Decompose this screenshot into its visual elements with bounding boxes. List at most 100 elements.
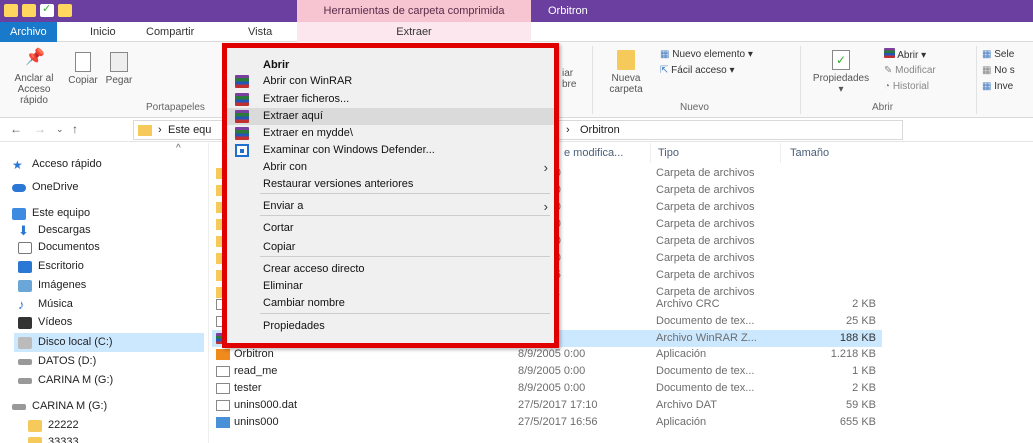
divider bbox=[650, 143, 651, 163]
context-menu-item[interactable]: Eliminar bbox=[227, 278, 554, 295]
nav-item-local-disk-c[interactable]: Disco local (C:) bbox=[14, 333, 204, 352]
context-menu-item[interactable]: Extraer ficheros... bbox=[227, 91, 554, 108]
tab-archivo[interactable]: Archivo bbox=[0, 22, 57, 42]
table-row[interactable]: Orbitron 8/9/2005 0:00 Aplicación 1.218 KB bbox=[212, 346, 882, 363]
context-menu-item[interactable]: Cortar bbox=[227, 220, 554, 237]
context-menu-item[interactable]: Extraer aquí bbox=[227, 108, 554, 125]
cell-type: Archivo WinRAR Z... bbox=[656, 332, 757, 344]
forward-arrow-icon[interactable]: → bbox=[34, 122, 46, 136]
nav-label: Música bbox=[38, 298, 73, 310]
cell-name: read_me bbox=[234, 365, 278, 377]
nav-item-carina-g-2[interactable]: CARINA M (G:) bbox=[12, 397, 107, 416]
chevron-down-icon: ▾ bbox=[838, 84, 844, 95]
modify-button[interactable]: ✎ Modificar bbox=[884, 64, 936, 77]
context-menu-item[interactable]: Cambiar nombre bbox=[227, 295, 554, 312]
tab-inicio[interactable]: Inicio bbox=[82, 24, 124, 42]
copy-button[interactable]: Copiar bbox=[66, 52, 100, 86]
cell-date: 8/9/2005 0:00 bbox=[518, 365, 586, 377]
nav-label: 33333 bbox=[48, 436, 79, 443]
context-menu-label: Copiar bbox=[263, 241, 296, 253]
menu-separator bbox=[260, 313, 550, 314]
nav-item-carina-g[interactable]: CARINA M (G:) bbox=[18, 371, 113, 390]
tab-compartir[interactable]: Compartir bbox=[138, 24, 202, 42]
download-icon: ⬇ bbox=[18, 222, 29, 238]
nav-label: Documentos bbox=[38, 241, 100, 253]
divider bbox=[976, 46, 977, 114]
winrar-icon bbox=[884, 48, 895, 58]
cell-name: unins000.dat bbox=[234, 399, 297, 411]
document-icon bbox=[216, 383, 230, 394]
easy-access-label: Fácil acceso ▾ bbox=[671, 65, 735, 76]
new-folder-label-2: carpeta bbox=[609, 84, 643, 95]
back-arrow-icon[interactable]: ← bbox=[10, 122, 22, 136]
breadcrumb-orbitron[interactable]: Orbitron bbox=[580, 124, 620, 136]
folder-icon bbox=[138, 125, 152, 136]
up-arrow-icon[interactable]: ↑ bbox=[72, 122, 78, 136]
copy-to-button[interactable]: iar bre bbox=[562, 68, 582, 90]
new-folder-qat-icon[interactable] bbox=[58, 4, 72, 17]
recent-locations-chevron-icon[interactable]: ⌄ bbox=[56, 124, 64, 135]
invert-selection-button[interactable]: ▦ Inve bbox=[982, 80, 1013, 93]
select-all-label: Sele bbox=[994, 49, 1015, 60]
winrar-icon bbox=[235, 110, 249, 123]
context-menu-item[interactable]: Examinar con Windows Defender... bbox=[227, 142, 554, 159]
winrar-icon bbox=[235, 93, 249, 106]
table-row[interactable]: tester 8/9/2005 0:00 Documento de tex... 2 … bbox=[212, 380, 882, 397]
context-menu-item[interactable]: Extraer en mydde\ bbox=[227, 125, 554, 142]
column-header-type[interactable]: Tipo bbox=[658, 147, 679, 159]
table-row[interactable]: unins000.dat 27/5/2017 17:10 Archivo DAT 59… bbox=[212, 397, 882, 414]
cell-type: Aplicación bbox=[656, 416, 707, 428]
open-dropdown-button[interactable]: Abrir ▾ bbox=[884, 48, 926, 62]
context-menu-item[interactable]: Copiar bbox=[227, 239, 554, 256]
cell-date: 27/5/2017 16:56 bbox=[518, 416, 598, 428]
context-menu-item[interactable]: Abrir bbox=[227, 57, 554, 74]
collapse-chevron-icon[interactable]: ^ bbox=[176, 143, 181, 154]
nav-item-datos-d[interactable]: DATOS (D:) bbox=[18, 352, 96, 371]
cell-size: 1 KB bbox=[852, 365, 876, 377]
paste-button[interactable]: Pegar bbox=[102, 52, 136, 86]
context-menu-item[interactable]: Abrir con › bbox=[227, 159, 554, 176]
context-menu-item[interactable]: Enviar a › bbox=[227, 198, 554, 215]
cell-date: 8/9/2005 0:00 bbox=[518, 348, 586, 360]
tab-vista[interactable]: Vista bbox=[240, 24, 280, 42]
nav-item-pictures[interactable]: Imágenes bbox=[18, 276, 86, 295]
context-menu-item[interactable]: Restaurar versiones anteriores bbox=[227, 176, 554, 193]
breadcrumb-this-pc[interactable]: Este equ bbox=[168, 124, 211, 136]
table-row[interactable]: unins000 27/5/2017 16:56 Aplicación 655 KB bbox=[212, 414, 882, 431]
folder-icon bbox=[28, 436, 42, 443]
nav-item-quick-access[interactable]: ★ Acceso rápido bbox=[12, 155, 102, 174]
paste-icon bbox=[110, 52, 128, 72]
properties-qat-icon[interactable] bbox=[40, 2, 54, 17]
easy-access-button[interactable]: ⇱ Fácil acceso ▾ bbox=[660, 64, 735, 77]
breadcrumb-separator: › bbox=[566, 124, 570, 136]
nav-item-music[interactable]: ♪ Música bbox=[18, 295, 73, 314]
context-menu-item[interactable]: Abrir con WinRAR bbox=[227, 73, 554, 90]
paste-label: Pegar bbox=[105, 75, 133, 86]
context-menu-label: Propiedades bbox=[263, 320, 325, 332]
orbitron-app-icon bbox=[216, 349, 230, 360]
table-row[interactable]: read_me 8/9/2005 0:00 Documento de tex... 1… bbox=[212, 363, 882, 380]
nav-item-folder-33333[interactable]: 33333 bbox=[28, 433, 79, 443]
nav-item-desktop[interactable]: Escritorio bbox=[18, 257, 84, 276]
history-button[interactable]: ◔ Historial bbox=[884, 80, 929, 93]
new-item-button[interactable]: ▦ Nuevo elemento ▾ bbox=[660, 48, 753, 61]
nav-item-videos[interactable]: Vídeos bbox=[18, 313, 72, 332]
context-menu-item[interactable]: Propiedades bbox=[227, 318, 554, 335]
history-label: Historial bbox=[892, 81, 929, 92]
new-folder-button[interactable]: Nueva carpeta bbox=[604, 50, 648, 95]
properties-button[interactable]: ✓ Propiedades ▾ bbox=[804, 50, 878, 95]
context-menu-item[interactable]: Crear acceso directo bbox=[227, 261, 554, 278]
cell-type: Carpeta de archivos bbox=[656, 218, 755, 230]
nav-item-documents[interactable]: Documentos bbox=[18, 238, 100, 257]
select-all-button[interactable]: ▦ Sele bbox=[982, 48, 1014, 61]
column-header-size[interactable]: Tamaño bbox=[790, 147, 829, 159]
column-header-date[interactable]: e modifica... bbox=[564, 147, 623, 159]
tab-extraer[interactable]: Extraer bbox=[297, 22, 531, 42]
context-menu-label: Extraer ficheros... bbox=[263, 93, 350, 105]
context-menu-label: Restaurar versiones anteriores bbox=[263, 178, 414, 190]
select-none-button[interactable]: ▦ No s bbox=[982, 64, 1015, 77]
nav-item-onedrive[interactable]: OneDrive bbox=[12, 178, 78, 197]
cell-size: 25 KB bbox=[846, 315, 876, 327]
navigation-pane: ^ ★ Acceso rápido OneDrive Este equipo ⬇ D… bbox=[0, 143, 208, 443]
pin-quick-access-button[interactable]: 📌 Anclar al Acceso rápido bbox=[6, 50, 62, 107]
